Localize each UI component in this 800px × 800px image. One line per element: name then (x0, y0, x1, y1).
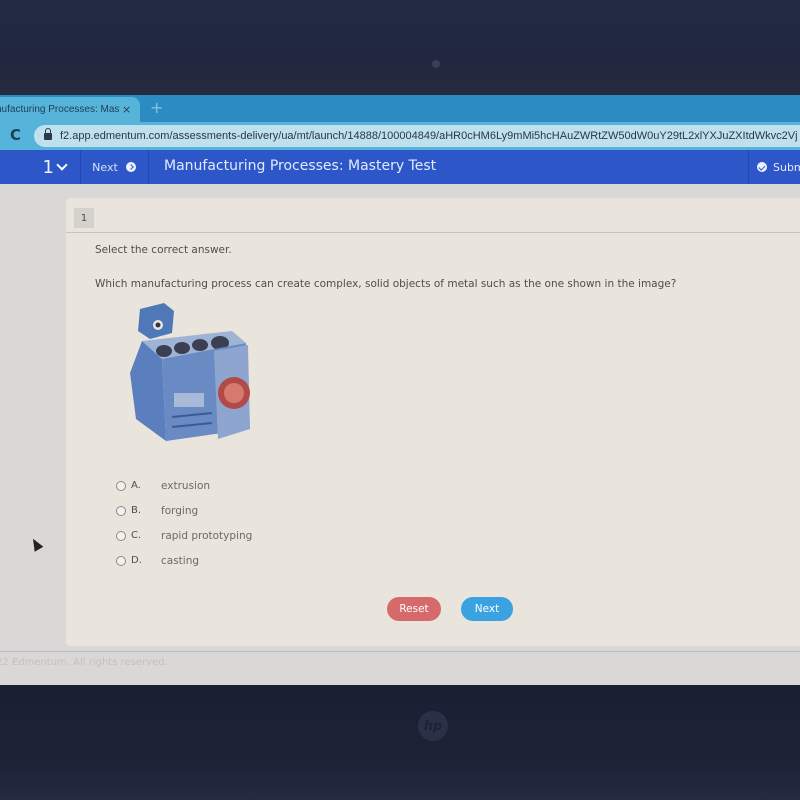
reset-button[interactable]: Reset (387, 597, 441, 621)
url-input[interactable]: f2.app.edmentum.com/assessments-delivery… (34, 125, 800, 147)
radio-c[interactable] (116, 530, 126, 541)
submit-label: Subm (773, 160, 800, 174)
question-prompt: Which manufacturing process can create c… (95, 278, 677, 290)
copyright-text: 22 Edmentum. All rights reserved. (0, 657, 168, 668)
option-d[interactable]: D. casting (116, 548, 252, 573)
new-tab-button[interactable]: + (150, 98, 163, 117)
footer-divider (0, 651, 800, 652)
laptop-bezel-top (0, 0, 800, 95)
check-circle-icon (757, 162, 767, 172)
address-bar: C f2.app.edmentum.com/assessments-delive… (0, 122, 800, 150)
question-number: 1 (42, 156, 54, 178)
laptop-bezel-bottom: hp (0, 685, 800, 800)
answer-options: A. extrusion B. forging C. rapid prototy… (116, 473, 252, 573)
browser-screen: nufacturing Processes: Maste × + C f2.ap… (0, 95, 800, 685)
tab-bar: nufacturing Processes: Maste × + (0, 95, 800, 122)
option-text: extrusion (161, 479, 211, 492)
option-b[interactable]: B. forging (116, 498, 252, 523)
hp-logo-icon: hp (418, 711, 448, 741)
browser-tab[interactable]: nufacturing Processes: Maste × (0, 97, 140, 122)
reload-icon[interactable]: C (10, 126, 21, 144)
option-letter: C. (131, 530, 142, 541)
option-text: rapid prototyping (161, 529, 253, 542)
question-header: 1 (66, 198, 800, 233)
next-button[interactable]: Next (461, 597, 513, 621)
option-c[interactable]: C. rapid prototyping (116, 523, 252, 548)
question-badge: 1 (74, 208, 94, 228)
question-selector[interactable]: 1 (0, 150, 81, 184)
instruction-text: Select the correct answer. (95, 244, 232, 256)
toolbar-next-label: Next (92, 160, 118, 174)
option-letter: B. (131, 505, 142, 516)
radio-a[interactable] (116, 480, 126, 491)
option-letter: A. (131, 480, 141, 491)
option-text: casting (161, 554, 200, 567)
option-a[interactable]: A. extrusion (116, 473, 252, 498)
chevron-down-icon (56, 159, 68, 171)
toolbar-next-button[interactable]: Next (80, 150, 149, 184)
radio-d[interactable] (116, 555, 126, 566)
option-letter: D. (131, 555, 142, 566)
close-icon[interactable]: × (122, 103, 131, 116)
webcam (432, 60, 440, 68)
tab-title: nufacturing Processes: Maste (0, 104, 120, 115)
assessment-toolbar: 1 Next Manufacturing Processes: Mastery … (0, 150, 800, 184)
arrow-right-circle-icon (125, 162, 136, 172)
engine-block-image (122, 301, 252, 453)
question-card: 1 Select the correct answer. Which manuf… (66, 198, 800, 646)
option-text: forging (161, 504, 199, 517)
lock-icon (44, 127, 52, 140)
submit-button[interactable]: Subm (748, 150, 800, 184)
url-text: f2.app.edmentum.com/assessments-delivery… (60, 130, 798, 142)
radio-b[interactable] (116, 505, 126, 516)
page-title: Manufacturing Processes: Mastery Test (164, 158, 437, 174)
